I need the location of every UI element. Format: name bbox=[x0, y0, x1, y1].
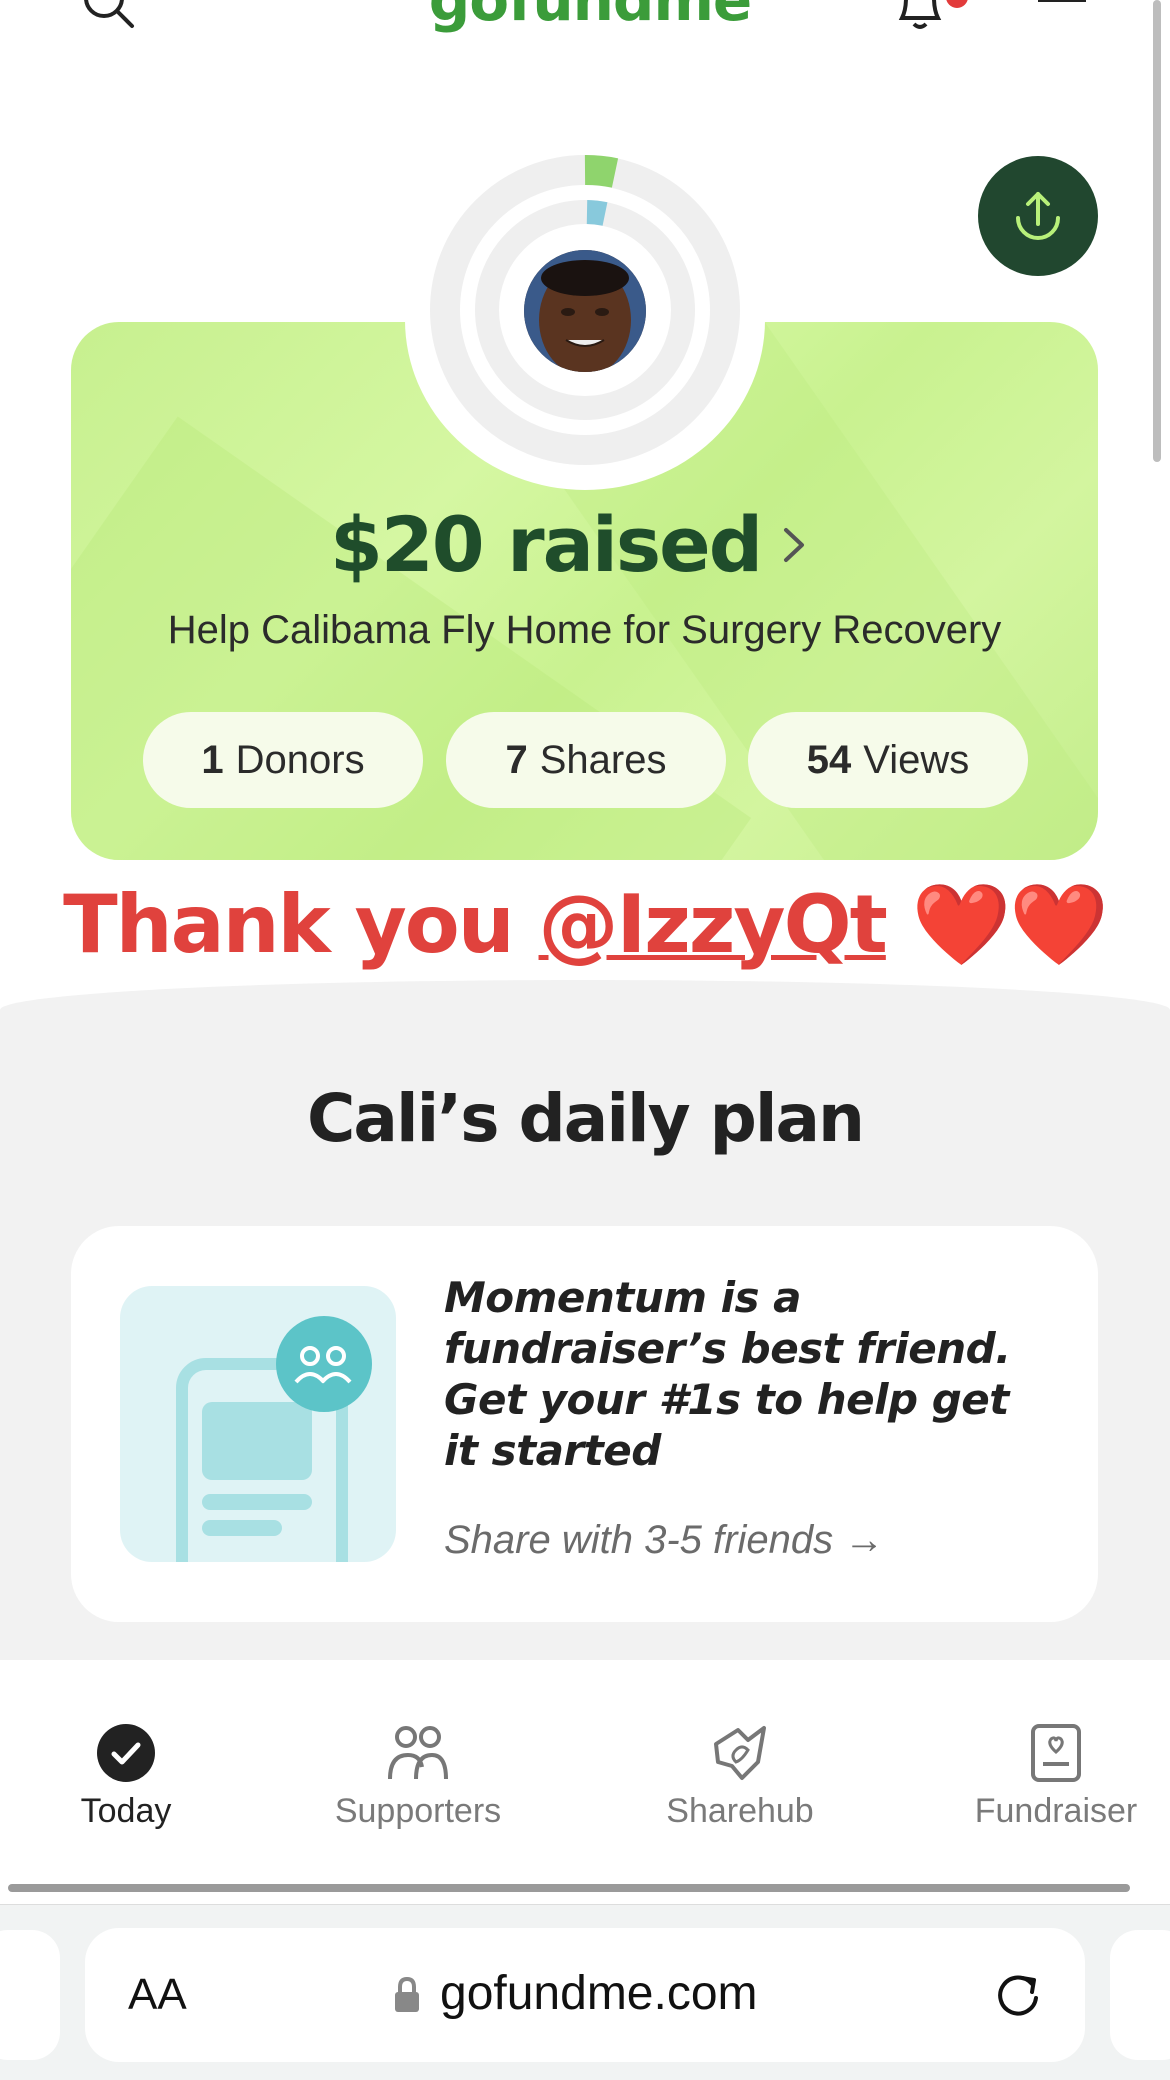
nav-supporters[interactable]: Supporters bbox=[298, 1718, 538, 1831]
organizer-avatar[interactable] bbox=[524, 250, 646, 372]
nav-today[interactable]: Today bbox=[6, 1718, 246, 1831]
fundraiser-title: Help Calibama Fly Home for Surgery Recov… bbox=[167, 608, 1002, 652]
page-scrollbar[interactable] bbox=[1153, 0, 1161, 462]
shares-label: Shares bbox=[539, 737, 667, 782]
menu-icon[interactable] bbox=[1030, 0, 1090, 20]
nav-today-label: Today bbox=[80, 1792, 172, 1830]
nav-fundraiser-label: Fundraiser bbox=[974, 1792, 1138, 1830]
thanks-prefix: Thank you bbox=[63, 878, 539, 971]
share-friends-link[interactable]: Share with 3-5 friends → bbox=[444, 1518, 884, 1563]
upload-icon bbox=[1016, 192, 1060, 240]
next-tab[interactable] bbox=[1110, 1930, 1170, 2060]
sharehub-icon bbox=[705, 1718, 775, 1788]
text-size-button[interactable]: AA bbox=[128, 1970, 187, 2020]
url-text[interactable]: gofundme.com bbox=[440, 1966, 758, 2021]
fundraiser-icon bbox=[1021, 1718, 1091, 1788]
nav-sharehub-label: Sharehub bbox=[666, 1792, 814, 1830]
home-indicator[interactable] bbox=[8, 1884, 1130, 1892]
share-upload-button[interactable] bbox=[978, 156, 1098, 276]
check-circle-icon bbox=[91, 1718, 161, 1788]
hearts-emoji: ❤️❤️ bbox=[911, 878, 1109, 971]
donors-count: 1 bbox=[201, 737, 224, 782]
shares-count: 7 bbox=[505, 737, 528, 782]
bell-icon[interactable] bbox=[888, 0, 952, 34]
previous-tab[interactable] bbox=[0, 1930, 60, 2060]
reload-icon[interactable] bbox=[992, 1968, 1044, 2020]
donors-label: Donors bbox=[235, 737, 365, 782]
plan-card-text: Momentum is a fundraiser’s best friend. … bbox=[444, 1273, 1011, 1475]
nav-sharehub[interactable]: Sharehub bbox=[620, 1718, 860, 1831]
shares-pill[interactable]: 7 Shares bbox=[446, 712, 726, 808]
search-icon[interactable] bbox=[78, 0, 138, 32]
mention-link[interactable]: @IzzyQt bbox=[539, 878, 888, 971]
views-label: Views bbox=[863, 737, 970, 782]
raised-amount[interactable]: $20 raised bbox=[330, 500, 763, 589]
nav-supporters-label: Supporters bbox=[334, 1792, 502, 1830]
daily-plan-title: Cali’s daily plan bbox=[307, 1080, 865, 1157]
lock-icon bbox=[395, 1976, 419, 2012]
top-header: gofundme bbox=[0, 0, 1170, 75]
gofundme-logo[interactable]: gofundme bbox=[420, 0, 760, 34]
chevron-right-icon[interactable] bbox=[774, 520, 814, 570]
donors-pill[interactable]: 1 Donors bbox=[143, 712, 423, 808]
views-count: 54 bbox=[806, 737, 852, 782]
share-friends-illustration bbox=[120, 1286, 396, 1562]
nav-fundraiser[interactable]: Fundraiser bbox=[936, 1718, 1170, 1831]
thank-you-overlay: Thank you @IzzyQt ❤️❤️ bbox=[0, 878, 1170, 972]
people-icon bbox=[383, 1718, 453, 1788]
views-pill[interactable]: 54 Views bbox=[748, 712, 1028, 808]
